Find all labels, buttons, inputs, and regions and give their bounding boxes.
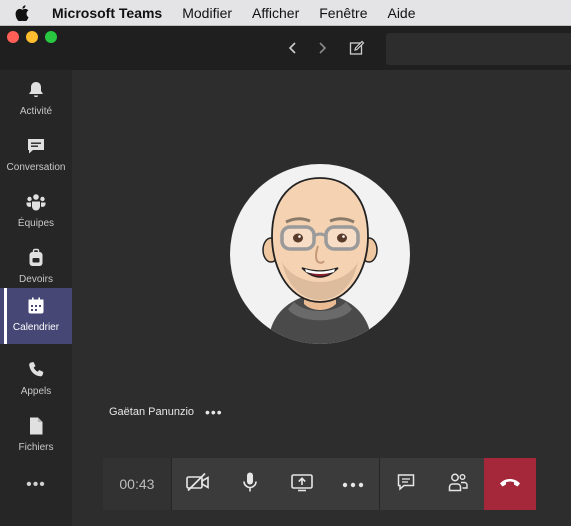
app-rail: Activité Conversation Équipes Devoirs Ca… [0,70,72,526]
call-timer: 00:43 [103,458,172,510]
rail-label-appels: Appels [20,386,52,397]
rail-item-appels[interactable]: Appels [0,352,72,408]
rail-label-fichiers: Fichiers [18,442,54,453]
active-indicator [4,288,7,344]
more-actions-button[interactable] [327,458,380,510]
more-icon: ••• [26,476,46,493]
participant-avatar [230,164,410,344]
menu-app-name[interactable]: Microsoft Teams [52,5,162,21]
rail-label-equipes: Équipes [17,218,55,229]
rail-label-devoirs: Devoirs [19,274,53,285]
participants-icon [447,471,469,498]
search-input[interactable] [386,33,571,65]
close-window-button[interactable] [7,31,19,43]
menu-afficher[interactable]: Afficher [252,5,299,21]
rail-label-calendrier: Calendrier [12,322,60,333]
menu-bar: Microsoft Teams Modifier Afficher Fenêtr… [0,0,571,26]
file-icon [24,414,48,438]
rail-item-conversation[interactable]: Conversation [0,128,72,184]
backpack-icon [24,246,48,270]
hang-up-icon [498,475,522,493]
minimize-window-button[interactable] [26,31,38,43]
rail-more-button[interactable]: ••• [0,468,72,524]
call-controls: 00:43 [103,458,536,510]
share-screen-icon [290,472,314,497]
teams-icon [24,190,48,214]
participant-name: Gaëtan Panunzio [109,406,195,418]
camera-toggle-button[interactable] [171,458,224,510]
show-chat-button[interactable] [379,458,433,510]
share-screen-button[interactable] [275,458,328,510]
rail-label-activite: Activité [19,106,53,117]
microphone-toggle-button[interactable] [223,458,276,510]
phone-icon [24,358,48,382]
hang-up-button[interactable] [484,458,536,510]
rail-label-conversation: Conversation [6,162,66,173]
rail-item-fichiers[interactable]: Fichiers [0,408,72,464]
rail-item-equipes[interactable]: Équipes [0,184,72,240]
participant-more-button[interactable]: ••• [205,404,223,420]
zoom-window-button[interactable] [45,31,57,43]
rail-item-activite[interactable]: Activité [0,72,72,128]
compose-icon[interactable] [346,37,368,59]
chat-icon [24,134,48,158]
calendar-icon [24,294,48,318]
apple-icon[interactable] [12,4,32,21]
camera-off-icon [185,472,211,497]
menu-aide[interactable]: Aide [387,5,415,21]
chat-icon [396,472,416,497]
chevron-right-icon[interactable] [311,37,333,59]
more-icon [342,475,364,493]
menu-modifier[interactable]: Modifier [182,5,232,21]
menu-fenetre[interactable]: Fenêtre [319,5,367,21]
show-participants-button[interactable] [432,458,485,510]
bell-icon [24,78,48,102]
chevron-left-icon[interactable] [282,37,304,59]
microphone-icon [241,471,259,498]
rail-item-calendrier[interactable]: Calendrier [0,288,72,344]
